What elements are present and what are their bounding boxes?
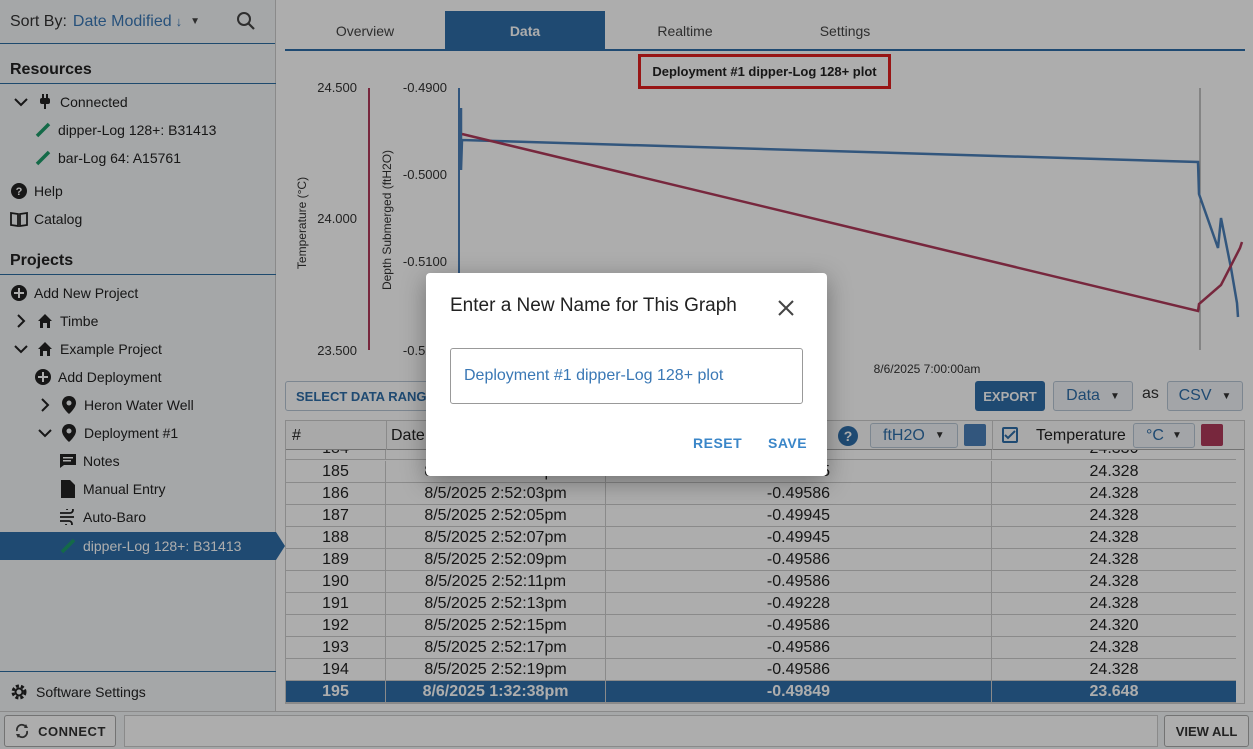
reset-button[interactable]: RESET (693, 435, 742, 451)
save-button[interactable]: SAVE (768, 435, 807, 451)
rename-graph-dialog: Enter a New Name for This Graph RESET SA… (426, 273, 827, 476)
dialog-title: Enter a New Name for This Graph (450, 295, 737, 316)
close-icon[interactable] (775, 297, 797, 319)
graph-name-input[interactable] (450, 348, 803, 404)
